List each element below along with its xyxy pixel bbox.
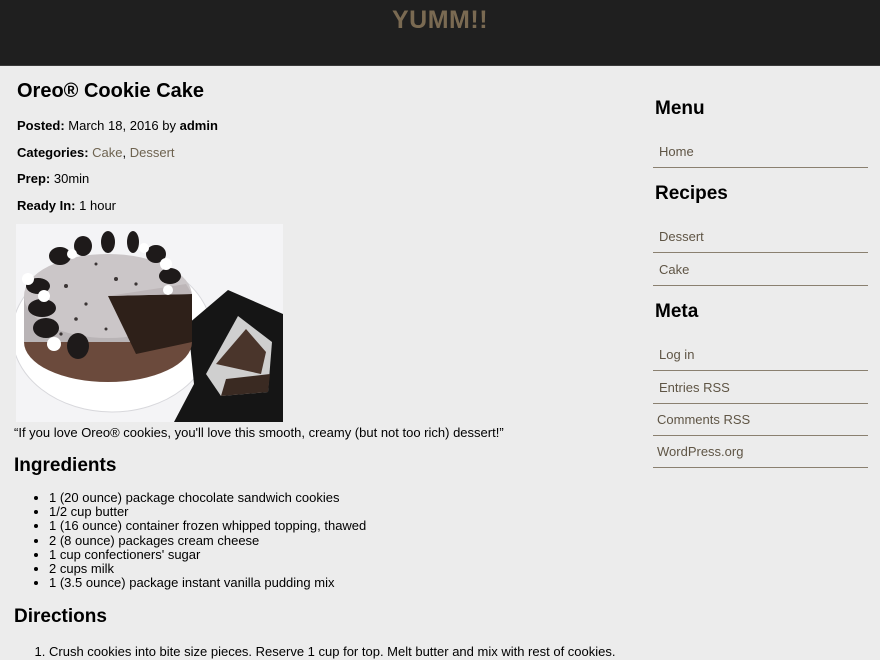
post-author[interactable]: admin <box>180 118 218 133</box>
post-title: Oreo® Cookie Cake <box>17 80 205 102</box>
sidebar-item-cake[interactable]: Cake <box>653 257 868 286</box>
ingredients-list: 1 (20 ounce) package chocolate sandwich … <box>14 490 366 590</box>
ingredients-heading: Ingredients <box>14 455 117 476</box>
sidebar-item-wordpress-org[interactable]: WordPress.org <box>653 439 868 468</box>
sidebar-item-entries-rss[interactable]: Entries RSS <box>653 375 868 404</box>
prep-label: Prep: <box>17 171 51 186</box>
sidebar-item-label[interactable]: Cake <box>659 262 689 277</box>
directions-list: Crush cookies into bite size pieces. Res… <box>14 644 639 660</box>
sidebar-item-home[interactable]: Home <box>653 139 868 168</box>
posted-label: Posted: <box>17 118 65 133</box>
prep-value: 30min <box>53 171 90 186</box>
sidebar-item-label[interactable]: Entries RSS <box>659 380 730 395</box>
recipes-heading: Recipes <box>655 183 728 204</box>
main-content: Oreo® Cookie Cake Posted: March 18, 2016… <box>0 66 640 660</box>
posted-line: Posted: March 18, 2016 by admin <box>17 118 218 133</box>
category-link-dessert[interactable]: Dessert <box>130 145 175 160</box>
list-item: 1/2 cup butter <box>49 505 366 519</box>
posted-date: March 18, 2016 <box>68 118 159 133</box>
ready-line: Ready In: 1 hour <box>17 198 116 213</box>
ready-value: 1 hour <box>79 198 117 213</box>
list-item: 2 (8 ounce) packages cream cheese <box>49 533 366 548</box>
list-item: 2 cups milk <box>49 561 366 576</box>
sidebar-item-label[interactable]: Home <box>659 144 694 159</box>
intro-quote: “If you love Oreo® cookies, you'll love … <box>14 425 504 440</box>
sidebar-item-log-in[interactable]: Log in <box>653 342 868 371</box>
menu-heading: Menu <box>655 98 705 119</box>
list-item: 1 (20 ounce) package chocolate sandwich … <box>49 490 366 505</box>
sidebar-item-dessert[interactable]: Dessert <box>653 224 868 253</box>
ready-label: Ready In: <box>17 198 76 213</box>
list-item: Crush cookies into bite size pieces. Res… <box>49 644 639 660</box>
sidebar-item-label[interactable]: Log in <box>659 347 694 362</box>
cake-photo <box>16 224 283 422</box>
category-link-cake[interactable]: Cake <box>92 145 122 160</box>
cake-illustration <box>16 224 283 422</box>
list-item: 1 cup confectioners' sugar <box>49 547 366 562</box>
site-header: YUMM!! <box>0 0 880 66</box>
list-item: 1 (3.5 ounce) package instant vanilla pu… <box>49 576 366 590</box>
categories-label: Categories: <box>17 145 89 160</box>
meta-heading: Meta <box>655 301 699 322</box>
categories-line: Categories: Cake, Dessert <box>17 145 175 160</box>
sidebar-item-label[interactable]: Dessert <box>659 229 704 244</box>
sidebar-item-comments-rss[interactable]: Comments RSS <box>653 407 868 436</box>
sidebar-item-label[interactable]: Comments RSS <box>657 412 750 427</box>
prep-line: Prep: 30min <box>17 171 89 186</box>
list-item: 1 (16 ounce) container frozen whipped to… <box>49 519 366 533</box>
posted-by: by <box>162 118 176 133</box>
site-title[interactable]: YUMM!! <box>0 6 880 35</box>
directions-heading: Directions <box>14 606 107 627</box>
sidebar-item-label[interactable]: WordPress.org <box>657 444 743 459</box>
